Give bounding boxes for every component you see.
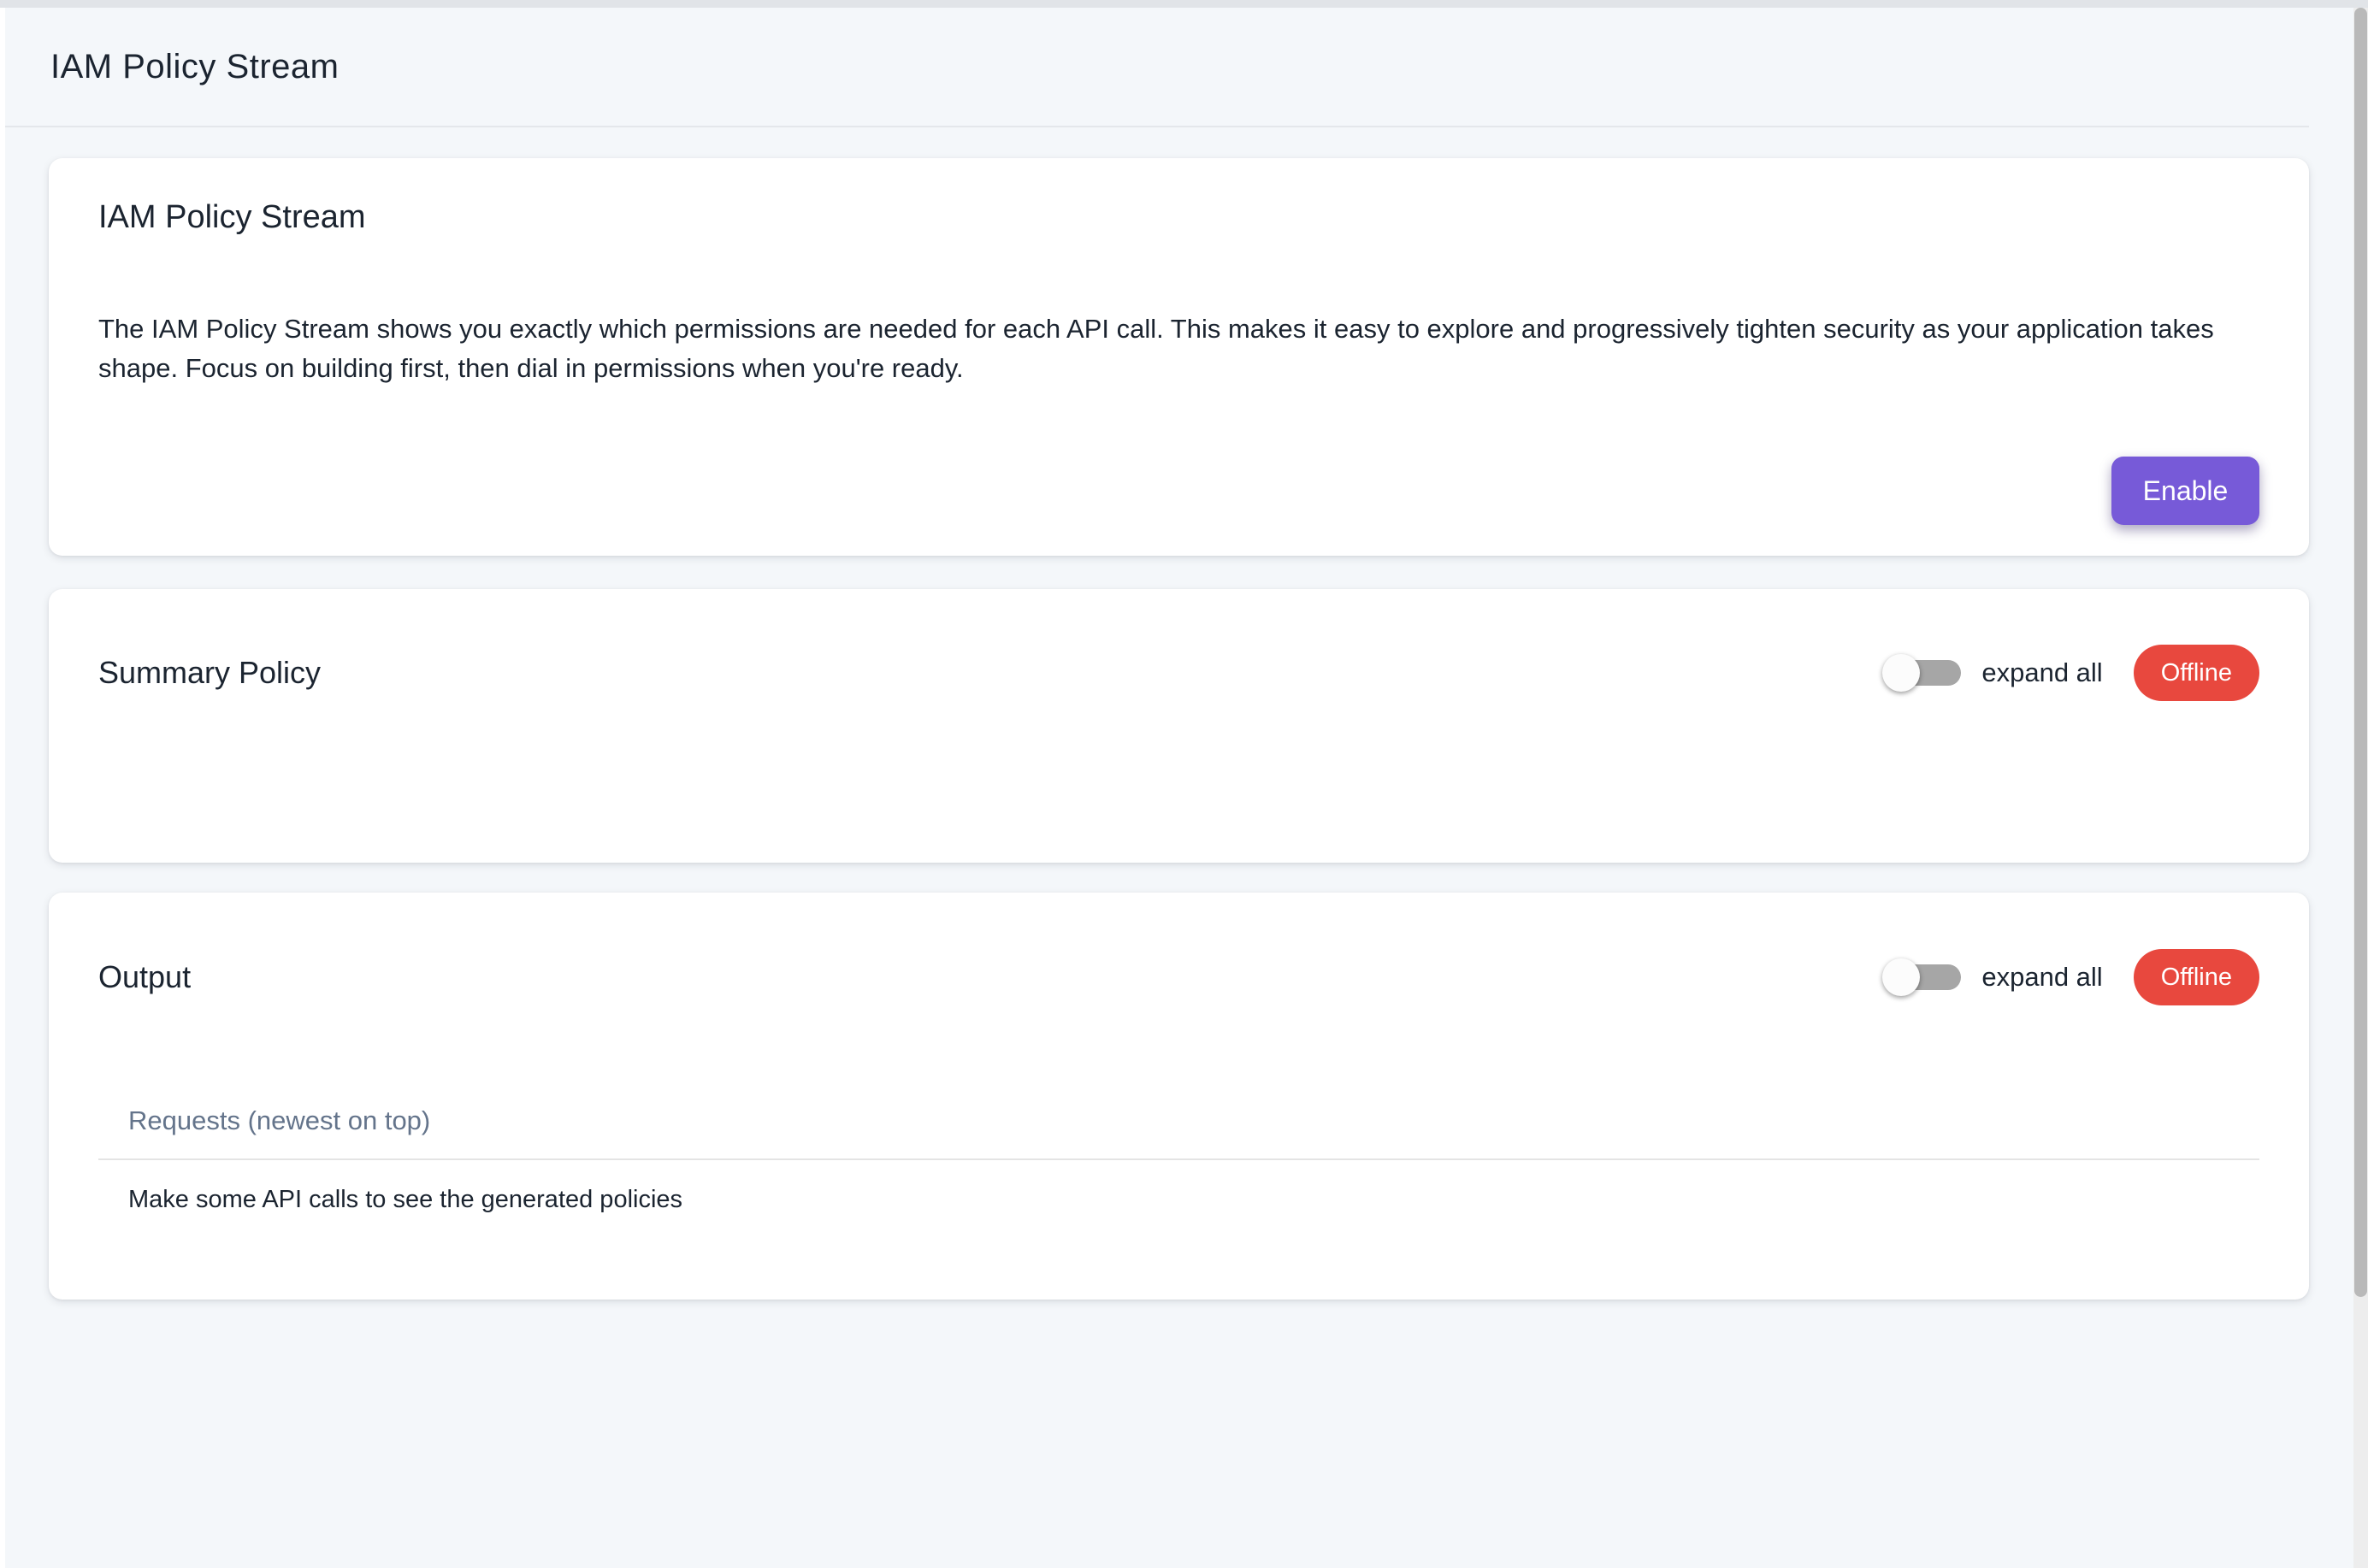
- page-title: IAM Policy Stream: [50, 48, 339, 86]
- intro-card: IAM Policy Stream The IAM Policy Stream …: [49, 158, 2309, 556]
- toggle-thumb: [1882, 654, 1920, 692]
- app-header: IAM Policy Stream: [5, 8, 2309, 127]
- output-header-row: Output expand all Offline: [98, 949, 2259, 1005]
- vertical-scrollbar-track[interactable]: [2353, 8, 2368, 1568]
- window-top-strip: [0, 0, 2368, 8]
- intro-card-title: IAM Policy Stream: [98, 197, 2259, 238]
- summary-expand-all-label: expand all: [1981, 657, 2102, 688]
- summary-policy-card: Summary Policy expand all Offline: [49, 589, 2309, 863]
- output-card: Output expand all Offline Requests (newe…: [49, 893, 2309, 1300]
- requests-divider: [98, 1158, 2259, 1160]
- toggle-thumb: [1882, 958, 1920, 996]
- summary-policy-header-row: Summary Policy expand all Offline: [98, 645, 2259, 701]
- summary-expand-all-toggle[interactable]: [1882, 653, 1961, 693]
- requests-section: Requests (newest on top) Make some API c…: [98, 1105, 2259, 1214]
- requests-heading: Requests (newest on top): [98, 1105, 2259, 1136]
- main-content: IAM Policy Stream The IAM Policy Stream …: [49, 158, 2309, 1300]
- summary-status-badge: Offline: [2134, 645, 2259, 701]
- page-left-edge: [0, 8, 5, 1568]
- requests-empty-message: Make some API calls to see the generated…: [98, 1186, 2259, 1214]
- output-expand-all-toggle[interactable]: [1882, 958, 1961, 997]
- output-status-badge: Offline: [2134, 949, 2259, 1005]
- app-screen: IAM Policy Stream IAM Policy Stream The …: [0, 0, 2368, 1568]
- enable-button[interactable]: Enable: [2111, 457, 2259, 525]
- intro-card-actions: Enable: [98, 457, 2259, 525]
- vertical-scrollbar-thumb[interactable]: [2354, 8, 2367, 1297]
- intro-card-description: The IAM Policy Stream shows you exactly …: [98, 309, 2259, 388]
- output-title: Output: [98, 959, 191, 995]
- summary-policy-title: Summary Policy: [98, 655, 321, 691]
- output-expand-all-label: expand all: [1981, 962, 2102, 993]
